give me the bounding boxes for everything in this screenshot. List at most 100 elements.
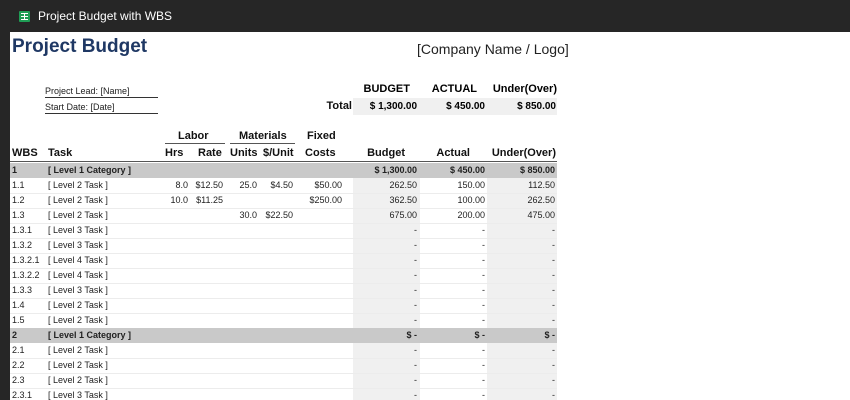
project-lead-field[interactable]: Project Lead: [Name]: [45, 86, 158, 98]
task-cell[interactable]: [ Level 1 Category ]: [48, 163, 163, 178]
rate-cell[interactable]: $12.50: [190, 178, 223, 193]
wbs-cell[interactable]: 1: [12, 163, 46, 178]
units-cell[interactable]: [230, 253, 257, 268]
units-cell[interactable]: [230, 313, 257, 328]
wbs-cell[interactable]: 1.3.2.1: [12, 253, 46, 268]
units-cell[interactable]: [230, 223, 257, 238]
unit-cost-cell[interactable]: $22.50: [260, 208, 293, 223]
fixed-cost-cell[interactable]: [300, 373, 342, 388]
unit-cost-cell[interactable]: [260, 388, 293, 400]
budget-cell[interactable]: 675.00: [353, 208, 417, 223]
hrs-cell[interactable]: [165, 328, 188, 343]
task-cell[interactable]: [ Level 2 Task ]: [48, 343, 163, 358]
task-cell[interactable]: [ Level 4 Task ]: [48, 268, 163, 283]
under-cell[interactable]: -: [487, 253, 555, 268]
units-cell[interactable]: [230, 298, 257, 313]
units-cell[interactable]: [230, 283, 257, 298]
unit-cost-cell[interactable]: [260, 298, 293, 313]
under-cell[interactable]: -: [487, 298, 555, 313]
unit-cost-cell[interactable]: $4.50: [260, 178, 293, 193]
budget-cell[interactable]: -: [353, 298, 417, 313]
hrs-cell[interactable]: 8.0: [165, 178, 188, 193]
unit-cost-cell[interactable]: [260, 373, 293, 388]
under-cell[interactable]: -: [487, 358, 555, 373]
rate-cell[interactable]: [190, 373, 223, 388]
wbs-cell[interactable]: 1.3.3: [12, 283, 46, 298]
budget-cell[interactable]: 262.50: [353, 178, 417, 193]
budget-cell[interactable]: -: [353, 253, 417, 268]
under-cell[interactable]: -: [487, 388, 555, 400]
unit-cost-cell[interactable]: [260, 163, 293, 178]
wbs-cell[interactable]: 1.3.1: [12, 223, 46, 238]
budget-cell[interactable]: $ 1,300.00: [353, 163, 417, 178]
hrs-cell[interactable]: [165, 223, 188, 238]
budget-cell[interactable]: -: [353, 373, 417, 388]
actual-cell[interactable]: -: [420, 283, 485, 298]
hrs-cell[interactable]: [165, 283, 188, 298]
actual-cell[interactable]: $ 450.00: [420, 163, 485, 178]
units-cell[interactable]: [230, 358, 257, 373]
under-cell[interactable]: $ -: [487, 328, 555, 343]
rate-cell[interactable]: [190, 283, 223, 298]
wbs-cell[interactable]: 1.3: [12, 208, 46, 223]
hrs-cell[interactable]: [165, 163, 188, 178]
rate-cell[interactable]: [190, 268, 223, 283]
actual-cell[interactable]: 100.00: [420, 193, 485, 208]
units-cell[interactable]: [230, 343, 257, 358]
units-cell[interactable]: [230, 238, 257, 253]
unit-cost-cell[interactable]: [260, 223, 293, 238]
unit-cost-cell[interactable]: [260, 358, 293, 373]
fixed-cost-cell[interactable]: $50.00: [300, 178, 342, 193]
task-cell[interactable]: [ Level 4 Task ]: [48, 253, 163, 268]
rate-cell[interactable]: $11.25: [190, 193, 223, 208]
budget-cell[interactable]: -: [353, 388, 417, 400]
under-cell[interactable]: -: [487, 268, 555, 283]
budget-cell[interactable]: -: [353, 238, 417, 253]
task-cell[interactable]: [ Level 3 Task ]: [48, 388, 163, 400]
wbs-cell[interactable]: 2: [12, 328, 46, 343]
fixed-cost-cell[interactable]: [300, 298, 342, 313]
hrs-cell[interactable]: [165, 373, 188, 388]
units-cell[interactable]: [230, 388, 257, 400]
unit-cost-cell[interactable]: [260, 313, 293, 328]
units-cell[interactable]: 25.0: [230, 178, 257, 193]
spreadsheet[interactable]: Project Budget [Company Name / Logo] Pro…: [10, 32, 850, 400]
unit-cost-cell[interactable]: [260, 268, 293, 283]
rate-cell[interactable]: [190, 223, 223, 238]
fixed-cost-cell[interactable]: [300, 163, 342, 178]
actual-cell[interactable]: -: [420, 358, 485, 373]
unit-cost-cell[interactable]: [260, 238, 293, 253]
total-actual[interactable]: $ 450.00: [420, 98, 485, 115]
rate-cell[interactable]: [190, 253, 223, 268]
actual-cell[interactable]: -: [420, 388, 485, 400]
hrs-cell[interactable]: 10.0: [165, 193, 188, 208]
units-cell[interactable]: [230, 193, 257, 208]
fixed-cost-cell[interactable]: [300, 358, 342, 373]
fixed-cost-cell[interactable]: [300, 223, 342, 238]
wbs-cell[interactable]: 1.5: [12, 313, 46, 328]
wbs-cell[interactable]: 2.2: [12, 358, 46, 373]
actual-cell[interactable]: -: [420, 313, 485, 328]
actual-cell[interactable]: 200.00: [420, 208, 485, 223]
rate-cell[interactable]: [190, 343, 223, 358]
rate-cell[interactable]: [190, 208, 223, 223]
total-under[interactable]: $ 850.00: [487, 98, 556, 115]
fixed-cost-cell[interactable]: [300, 238, 342, 253]
actual-cell[interactable]: $ -: [420, 328, 485, 343]
under-cell[interactable]: -: [487, 313, 555, 328]
task-cell[interactable]: [ Level 3 Task ]: [48, 223, 163, 238]
actual-cell[interactable]: -: [420, 238, 485, 253]
under-cell[interactable]: -: [487, 223, 555, 238]
fixed-cost-cell[interactable]: [300, 268, 342, 283]
hrs-cell[interactable]: [165, 238, 188, 253]
task-cell[interactable]: [ Level 1 Category ]: [48, 328, 163, 343]
fixed-cost-cell[interactable]: $250.00: [300, 193, 342, 208]
actual-cell[interactable]: -: [420, 373, 485, 388]
units-cell[interactable]: [230, 328, 257, 343]
unit-cost-cell[interactable]: [260, 328, 293, 343]
wbs-cell[interactable]: 2.1: [12, 343, 46, 358]
task-cell[interactable]: [ Level 2 Task ]: [48, 298, 163, 313]
task-cell[interactable]: [ Level 2 Task ]: [48, 178, 163, 193]
task-cell[interactable]: [ Level 3 Task ]: [48, 283, 163, 298]
wbs-cell[interactable]: 1.2: [12, 193, 46, 208]
